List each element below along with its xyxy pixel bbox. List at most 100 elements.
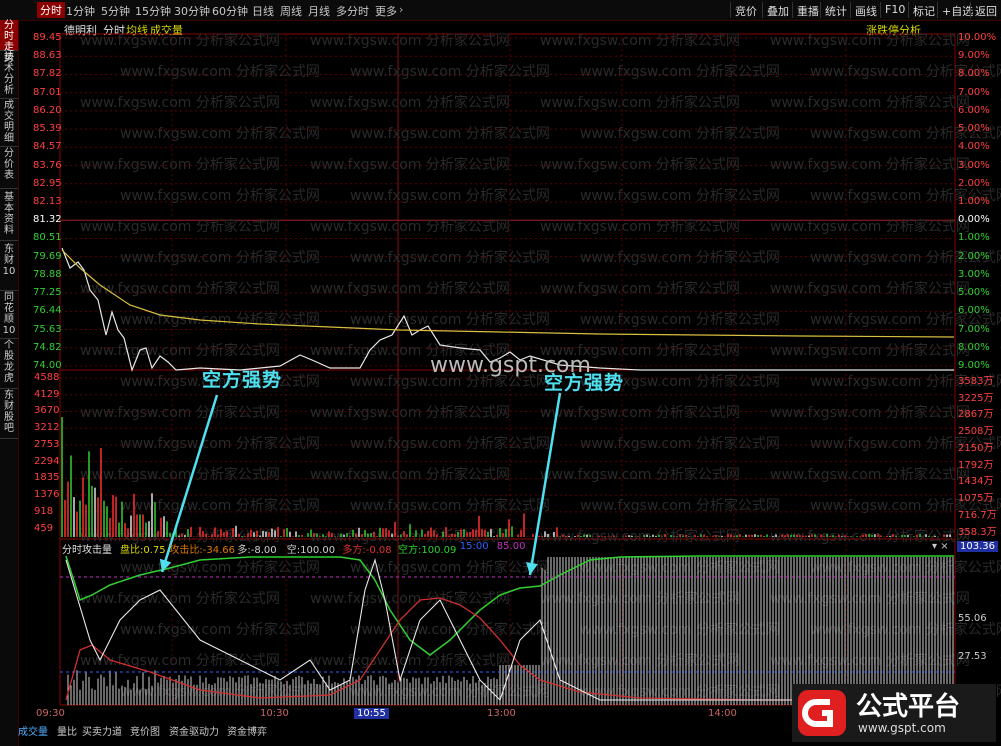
watermark-text: www.fxgsw.com 分析家公式网 xyxy=(80,280,280,297)
percent-tick: 9.00% xyxy=(958,360,990,371)
percent-tick: 10.00% xyxy=(958,32,997,43)
price-tick: 88.63 xyxy=(33,50,62,62)
watermark-text: www.fxgsw.com 分析家公式网 xyxy=(80,342,280,359)
watermark-text: www.fxgsw.com 分析家公式网 xyxy=(540,280,740,297)
price-tick: 82.95 xyxy=(33,177,62,189)
price-tick: 84.57 xyxy=(33,141,62,153)
watermark-text: www.fxgsw.com 分析家公式网 xyxy=(580,311,780,328)
g-logo-icon xyxy=(798,690,846,736)
brand-logo: 公式平台 www.gspt.com xyxy=(792,684,996,742)
tab-auction-chart[interactable]: 竞价图 xyxy=(130,723,160,738)
watermark-text: www.fxgsw.com 分析家公式网 xyxy=(770,32,970,49)
volume-tick: 3670 xyxy=(34,405,60,417)
price-tick: 81.32 xyxy=(33,214,62,226)
annotation-bearish-strong: 空方强势 xyxy=(544,372,625,394)
percent-tick: 3.00% xyxy=(958,268,990,280)
price-tick: 83.76 xyxy=(33,159,62,171)
watermark-text: www.fxgsw.com 分析家公式网 xyxy=(120,125,320,142)
time-label: 10:30 xyxy=(260,708,289,719)
indicator-value: 空方:100.09 xyxy=(398,545,457,556)
volume-tick: 2867万 xyxy=(958,409,994,421)
watermark-text: www.fxgsw.com 分析家公式网 xyxy=(540,466,740,483)
volume-tick: 4129 xyxy=(34,388,60,400)
indicator-value: 多:-8.00 xyxy=(237,545,277,556)
watermark-text: www.fxgsw.com 分析家公式网 xyxy=(350,435,550,452)
tab-volume-ratio[interactable]: 量比 xyxy=(57,723,77,738)
watermark-text: www.fxgsw.com 分析家公式网 xyxy=(120,621,320,638)
watermark-text: www.fxgsw.com 分析家公式网 xyxy=(540,94,740,111)
logo-text: 公式平台 xyxy=(856,692,961,722)
percent-tick: 5.00% xyxy=(958,123,990,135)
indicator-axis-high: 55.06 xyxy=(958,613,987,624)
watermark-text: www.fxgsw.com 分析家公式网 xyxy=(80,590,280,607)
watermark-text: www.fxgsw.com 分析家公式网 xyxy=(120,63,320,80)
price-tick: 87.82 xyxy=(33,68,62,80)
watermark-text: www.fxgsw.com 分析家公式网 xyxy=(540,218,740,235)
price-tick: 78.88 xyxy=(33,268,62,280)
percent-tick: 2.00% xyxy=(958,250,990,262)
percent-tick: 8.00% xyxy=(958,68,990,80)
watermark-text: www.fxgsw.com 分析家公式网 xyxy=(120,435,320,452)
price-tick: 74.00 xyxy=(33,360,62,371)
watermark-text: www.fxgsw.com 分析家公式网 xyxy=(310,218,510,235)
watermark-text: www.fxgsw.com 分析家公式网 xyxy=(120,249,320,266)
price-tick: 77.25 xyxy=(33,287,62,299)
percent-tick: 6.00% xyxy=(958,305,990,317)
percent-tick: 7.00% xyxy=(958,86,990,98)
watermark-text: www.fxgsw.com 分析家公式网 xyxy=(350,559,550,576)
watermark-text: www.fxgsw.com 分析家公式网 xyxy=(310,466,510,483)
percent-tick: 3.00% xyxy=(958,159,990,171)
price-tick: 82.13 xyxy=(33,196,62,207)
time-cursor-label: 10:55 xyxy=(354,708,389,719)
watermark-text: www.fxgsw.com 分析家公式网 xyxy=(80,466,280,483)
tab-fund-drive[interactable]: 资金驱动力 xyxy=(169,723,219,738)
watermark-text: www.fxgsw.com 分析家公式网 xyxy=(350,187,550,204)
watermark-text: www.fxgsw.com 分析家公式网 xyxy=(80,156,280,173)
percent-tick: 9.00% xyxy=(958,50,990,62)
price-tick: 86.20 xyxy=(33,104,62,116)
indicator-value: 盘比:0.75 xyxy=(120,545,166,556)
time-label: 09:30 xyxy=(36,708,65,719)
percent-tick: 0.00% xyxy=(958,214,990,226)
watermark-text: www.fxgsw.com 分析家公式网 xyxy=(310,280,510,297)
watermark-text: www.fxgsw.com 分析家公式网 xyxy=(580,497,780,514)
volume-tick: 1835 xyxy=(34,472,60,484)
watermark-text: www.fxgsw.com 分析家公式网 xyxy=(770,342,970,359)
price-tick: 79.69 xyxy=(33,250,62,262)
watermark-text: www.fxgsw.com 分析家公式网 xyxy=(120,187,320,204)
volume-tick: 1792万 xyxy=(958,459,994,471)
volume-tick: 459 xyxy=(34,522,54,534)
watermark-text: www.fxgsw.com 分析家公式网 xyxy=(80,404,280,421)
volume-tick: 918 xyxy=(34,505,54,517)
price-tick: 80.51 xyxy=(33,232,62,244)
time-label: 14:00 xyxy=(708,708,737,719)
watermark-text: www.fxgsw.com 分析家公式网 xyxy=(540,528,740,545)
tab-volume[interactable]: 成交量 xyxy=(18,723,48,738)
watermark-text: www.fxgsw.com 分析家公式网 xyxy=(350,125,550,142)
watermark-text: www.fxgsw.com 分析家公式网 xyxy=(350,311,550,328)
watermark-text: www.fxgsw.com 分析家公式网 xyxy=(540,32,740,49)
volume-tick: 3583万 xyxy=(958,376,994,387)
watermark-text: www.fxgsw.com 分析家公式网 xyxy=(350,249,550,266)
volume-tick: 1075万 xyxy=(958,493,994,505)
watermark-text: www.fxgsw.com 分析家公式网 xyxy=(350,621,550,638)
watermark-text: www.fxgsw.com 分析家公式网 xyxy=(770,218,970,235)
volume-tick: 358.3万 xyxy=(958,526,997,538)
watermark-text: www.fxgsw.com 分析家公式网 xyxy=(350,63,550,80)
price-tick: 87.01 xyxy=(33,86,62,98)
price-tick: 89.45 xyxy=(33,32,62,43)
dropdown-icon[interactable]: ▾ × xyxy=(932,541,949,552)
tab-fund-game[interactable]: 资金博弈 xyxy=(227,723,267,738)
percent-tick: 5.00% xyxy=(958,287,990,299)
intraday-chart: www.fxgsw.com 分析家公式网 www.fxgsw.com 分析家公式网… xyxy=(59,32,1001,706)
volume-tick: 2150万 xyxy=(958,442,994,454)
indicator-value: 15:00 xyxy=(459,541,489,552)
volume-tick: 716.7万 xyxy=(958,509,997,521)
volume-tick: 2753 xyxy=(34,438,60,450)
indicator-value: 85.00 xyxy=(496,541,526,552)
watermark-text: www.fxgsw.com 分析家公式网 xyxy=(770,280,970,297)
annotation-bearish-strong: 空方强势 xyxy=(202,369,283,391)
watermark-text: www.fxgsw.com 分析家公式网 xyxy=(540,156,740,173)
tab-buy-sell-force[interactable]: 买卖力道 xyxy=(82,723,122,738)
watermark-text: www.fxgsw.com 分析家公式网 xyxy=(540,404,740,421)
